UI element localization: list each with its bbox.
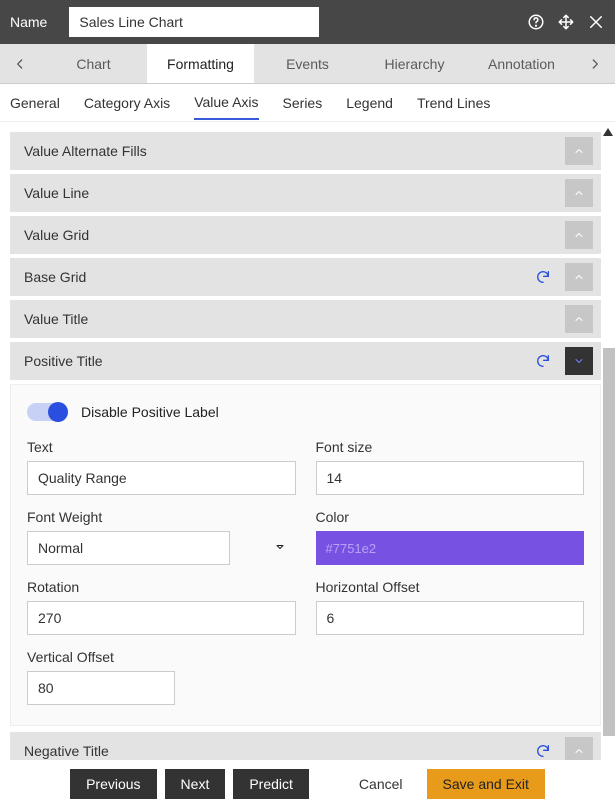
refresh-icon[interactable]	[535, 269, 551, 285]
top-tab-bar: Chart Formatting Events Hierarchy Annota…	[0, 44, 615, 84]
horizontal-offset-label: Horizontal Offset	[316, 579, 585, 595]
chevron-up-icon	[565, 305, 593, 333]
toggle-knob	[48, 402, 68, 422]
dialog-header: Name	[0, 0, 615, 44]
positive-title-panel: Disable Positive Label Text Font size Fo…	[10, 384, 601, 726]
help-icon[interactable]	[527, 13, 545, 31]
predict-button[interactable]: Predict	[233, 769, 309, 799]
section-negative-title[interactable]: Negative Title	[10, 732, 601, 760]
subtab-value-axis[interactable]: Value Axis	[194, 86, 258, 120]
sub-tab-bar: General Category Axis Value Axis Series …	[0, 84, 615, 122]
font-weight-label: Font Weight	[27, 509, 296, 525]
caret-down-icon	[274, 540, 286, 556]
chevron-up-icon	[565, 179, 593, 207]
scrollbar-thumb[interactable]	[603, 348, 615, 736]
chevron-up-icon	[565, 263, 593, 291]
refresh-icon[interactable]	[535, 743, 551, 759]
content-scroll-area: Value Alternate Fills Value Line Value G…	[0, 122, 615, 760]
section-base-grid[interactable]: Base Grid	[10, 258, 601, 296]
tab-scroll-left[interactable]	[0, 44, 40, 83]
tab-annotation[interactable]: Annotation	[468, 44, 575, 83]
font-size-label: Font size	[316, 439, 585, 455]
move-icon[interactable]	[557, 13, 575, 31]
tab-events[interactable]: Events	[254, 44, 361, 83]
subtab-general[interactable]: General	[10, 87, 60, 119]
next-button[interactable]: Next	[165, 769, 226, 799]
refresh-icon[interactable]	[535, 353, 551, 369]
section-value-grid[interactable]: Value Grid	[10, 216, 601, 254]
previous-button[interactable]: Previous	[70, 769, 156, 799]
tab-hierarchy[interactable]: Hierarchy	[361, 44, 468, 83]
tab-formatting[interactable]: Formatting	[147, 44, 254, 83]
rotation-label: Rotation	[27, 579, 296, 595]
subtab-series[interactable]: Series	[283, 87, 323, 119]
section-value-line[interactable]: Value Line	[10, 174, 601, 212]
font-size-input[interactable]	[316, 461, 585, 495]
section-value-alternate-fills[interactable]: Value Alternate Fills	[10, 132, 601, 170]
vertical-offset-input[interactable]	[27, 671, 175, 705]
rotation-input[interactable]	[27, 601, 296, 635]
vertical-offset-label: Vertical Offset	[27, 649, 296, 665]
tab-scroll-right[interactable]	[575, 44, 615, 83]
font-weight-select[interactable]	[27, 531, 230, 565]
horizontal-offset-input[interactable]	[316, 601, 585, 635]
text-input[interactable]	[27, 461, 296, 495]
color-input[interactable]: #7751e2	[316, 531, 585, 565]
color-label: Color	[316, 509, 585, 525]
chevron-down-icon	[565, 347, 593, 375]
subtab-category-axis[interactable]: Category Axis	[84, 87, 170, 119]
chevron-up-icon	[565, 737, 593, 760]
chevron-up-icon	[565, 221, 593, 249]
text-label: Text	[27, 439, 296, 455]
chevron-up-icon	[565, 137, 593, 165]
name-input[interactable]	[69, 7, 319, 37]
disable-positive-label-toggle[interactable]	[27, 403, 67, 421]
section-value-title[interactable]: Value Title	[10, 300, 601, 338]
dialog-footer: Previous Next Predict Cancel Save and Ex…	[0, 760, 615, 808]
save-and-exit-button[interactable]: Save and Exit	[427, 769, 545, 799]
subtab-legend[interactable]: Legend	[346, 87, 393, 119]
name-label: Name	[10, 14, 47, 30]
close-icon[interactable]	[587, 13, 605, 31]
tab-chart[interactable]: Chart	[40, 44, 147, 83]
cancel-button[interactable]: Cancel	[343, 769, 419, 799]
section-positive-title[interactable]: Positive Title	[10, 342, 601, 380]
scroll-up-indicator[interactable]	[603, 128, 613, 136]
toggle-label: Disable Positive Label	[81, 404, 219, 420]
subtab-trend-lines[interactable]: Trend Lines	[417, 87, 490, 119]
